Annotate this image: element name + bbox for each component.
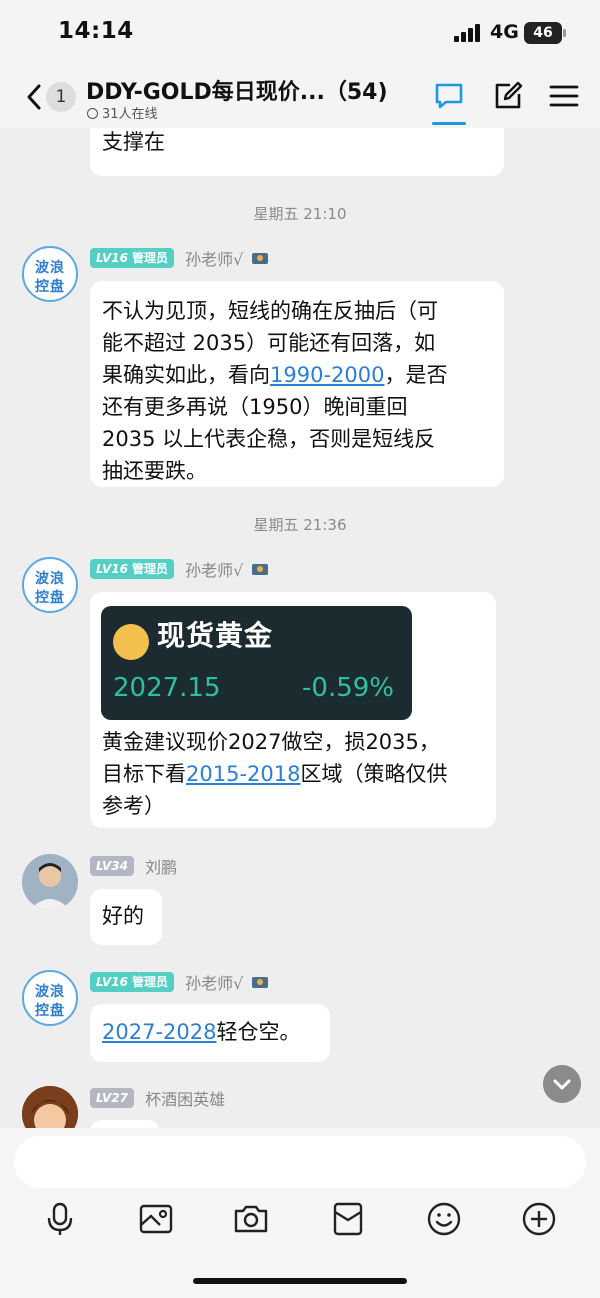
card-change: -0.59% xyxy=(302,673,394,703)
avatar[interactable] xyxy=(22,854,78,910)
medal-icon xyxy=(252,977,269,988)
sender-name[interactable]: 刘鹏 xyxy=(145,854,177,878)
medal-icon xyxy=(252,253,269,264)
sender-meta: LV16 管理员 孙老师√ xyxy=(90,557,270,581)
card-price: 2027.15 xyxy=(113,673,221,703)
message-line: 2035 以上代表企稳，否则是短线反 xyxy=(102,427,436,451)
status-bar: 14:14 4G 46 xyxy=(0,0,600,66)
sender-meta: LV34 刘鹏 xyxy=(90,854,177,878)
battery-icon: 46 xyxy=(524,22,562,44)
sender-name[interactable]: 孙老师√ xyxy=(185,246,243,270)
emoji-icon[interactable] xyxy=(426,1201,462,1237)
image-icon[interactable] xyxy=(138,1201,174,1237)
message-bubble[interactable]: 支撑在 xyxy=(90,128,504,176)
message-list[interactable]: 支撑在 星期五 21:10 波浪 控盘 LV16 管理员 孙老师√ 不认为见顶，短… xyxy=(0,128,600,1128)
avatar-text: 控盘 xyxy=(35,590,65,606)
unread-badge[interactable]: 1 xyxy=(46,82,76,112)
message-text: 好的 xyxy=(102,904,144,928)
message-line: 还有更多再说（1950）晚间重回 xyxy=(102,395,408,419)
message-bubble[interactable]: 好的 xyxy=(90,889,162,945)
online-count: 31人在线 xyxy=(87,103,158,122)
camera-icon[interactable] xyxy=(233,1201,269,1237)
message-line: 黄金建议现价2027做空，损2035， xyxy=(102,730,440,754)
sender-name[interactable]: 孙老师√ xyxy=(185,970,243,994)
avatar-text: 波浪 xyxy=(35,571,65,587)
timestamp: 星期五 21:36 xyxy=(253,516,347,534)
message-input[interactable] xyxy=(14,1136,586,1188)
avatar[interactable]: 波浪 控盘 xyxy=(22,970,78,1026)
message-text: 黄金建议现价2027做空，损2035， 目标下看2015-2018区域（策略仅供… xyxy=(102,726,447,822)
avatar-text: 控盘 xyxy=(35,279,65,295)
message-line: 参考） xyxy=(102,794,165,818)
avatar-text: 波浪 xyxy=(35,260,65,276)
back-icon[interactable] xyxy=(24,83,46,111)
sender-meta: LV16 管理员 孙老师√ xyxy=(90,970,270,994)
home-indicator xyxy=(193,1278,407,1284)
price-link[interactable]: 2015-2018 xyxy=(186,762,300,786)
message-text: 支撑在 xyxy=(102,130,165,154)
online-icon xyxy=(87,108,98,119)
plus-icon[interactable] xyxy=(521,1201,557,1237)
chat-header: 1 DDY-GOLD每日现价...（54) 31人在线 xyxy=(0,66,600,128)
card-title: 现货黄金 xyxy=(157,619,274,652)
network-label: 4G xyxy=(490,21,519,43)
message-bubble[interactable]: 现货黄金 2027.15 -0.59% 黄金建议现价2027做空，损2035， … xyxy=(90,592,496,828)
gold-coin-icon xyxy=(113,624,149,660)
message-line: 目标下看2015-2018区域（策略仅供 xyxy=(102,762,448,786)
level-badge: LV27 xyxy=(90,1088,134,1108)
avatar-text: 波浪 xyxy=(35,984,65,1000)
edit-icon[interactable] xyxy=(492,80,524,112)
mic-icon[interactable] xyxy=(42,1201,78,1237)
avatar[interactable]: 波浪 控盘 xyxy=(22,246,78,302)
signal-icon xyxy=(454,24,484,42)
message-bubble[interactable]: 不认为见顶，短线的确在反抽后（可 能不超过 2035）可能还有回落，如 果确实如… xyxy=(90,281,504,487)
active-tab-indicator xyxy=(432,122,466,125)
avatar-text: 控盘 xyxy=(35,1003,65,1019)
sender-meta: LV27 杯酒困英雄 xyxy=(90,1086,225,1110)
battery-tip xyxy=(563,29,566,37)
timestamp: 星期五 21:10 xyxy=(253,205,347,223)
status-time: 14:14 xyxy=(58,18,134,44)
price-link[interactable]: 1990-2000 xyxy=(270,363,384,387)
price-link[interactable]: 2027-2028 xyxy=(102,1020,216,1044)
input-area xyxy=(0,1128,600,1298)
medal-icon xyxy=(252,564,269,575)
sender-name[interactable]: 孙老师√ xyxy=(185,557,243,581)
message-bubble[interactable] xyxy=(90,1120,160,1128)
gold-price-card[interactable]: 现货黄金 2027.15 -0.59% xyxy=(101,606,412,720)
message-line: 抽还要跌。 xyxy=(102,459,207,483)
message-line: 能不超过 2035）可能还有回落，如 xyxy=(102,331,436,355)
message-line: 果确实如此，看向1990-2000，是否 xyxy=(102,363,448,387)
level-badge: LV34 xyxy=(90,856,134,876)
sender-meta: LV16 管理员 孙老师√ xyxy=(90,246,270,270)
avatar[interactable] xyxy=(22,1086,78,1128)
chat-icon[interactable] xyxy=(433,80,465,112)
menu-icon[interactable] xyxy=(548,80,580,112)
chevron-down-icon[interactable] xyxy=(543,1065,581,1103)
sender-name[interactable]: 杯酒困英雄 xyxy=(145,1086,225,1110)
level-badge: LV16 管理员 xyxy=(90,248,174,268)
level-badge: LV16 管理员 xyxy=(90,559,174,579)
avatar[interactable]: 波浪 控盘 xyxy=(22,557,78,613)
level-badge: LV16 管理员 xyxy=(90,972,174,992)
message-text: 轻仓空。 xyxy=(216,1020,301,1044)
red-packet-icon[interactable] xyxy=(330,1201,366,1237)
message-line: 不认为见顶，短线的确在反抽后（可 xyxy=(102,299,438,323)
chat-title[interactable]: DDY-GOLD每日现价...（54) xyxy=(86,74,388,106)
message-bubble[interactable]: 2027-2028轻仓空。 xyxy=(90,1004,330,1062)
